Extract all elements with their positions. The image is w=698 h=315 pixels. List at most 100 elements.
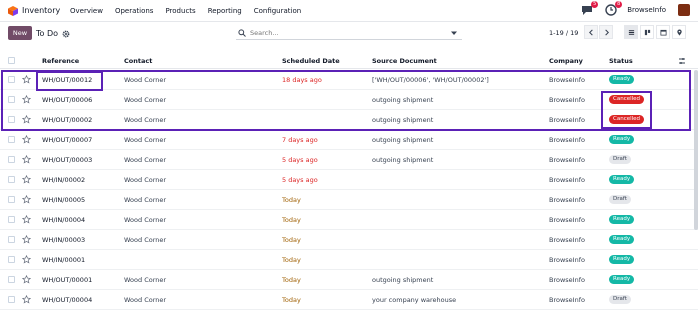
star-icon[interactable] [21,254,32,264]
menu-reporting[interactable]: Reporting [208,7,242,15]
cell-contact: Wood Corner [124,236,167,244]
cell-contact: Wood Corner [124,276,167,284]
cell-scheduled-date: Today [282,216,301,224]
table-row[interactable]: WH/OUT/00003 Wood Corner 5 days ago outgoin… [0,150,698,170]
cell-reference: WH/OUT/00012 [42,76,93,84]
star-icon[interactable] [21,94,32,104]
cell-reference: WH/OUT/00002 [42,116,93,124]
search-options-caret-icon[interactable] [450,29,458,37]
row-checkbox[interactable] [8,136,15,143]
chat-icon[interactable]: 5 [581,1,599,16]
cell-reference: WH/OUT/00003 [42,156,93,164]
cell-scheduled-date: Today [282,196,301,204]
list-view-button[interactable] [624,25,638,39]
table-row[interactable]: WH/IN/00005 Wood Corner Today BrowseInfo Dra… [0,190,698,210]
chevron-right-icon [604,29,609,35]
search-bar [236,26,462,40]
select-all-checkbox[interactable] [8,57,15,64]
status-badge: Ready [609,235,635,244]
cell-contact: Wood Corner [124,96,167,104]
cell-company: BrowseInfo [549,256,585,264]
search-input[interactable] [250,28,430,37]
row-checkbox[interactable] [8,156,15,163]
cell-reference: WH/IN/00004 [42,216,86,224]
control-panel: New To Do 1-19 / 19 [0,22,698,50]
star-icon[interactable] [21,114,32,124]
table-row[interactable]: WH/OUT/00007 Wood Corner 7 days ago outgoin… [0,130,698,150]
map-view-button[interactable] [672,25,686,39]
star-icon[interactable] [21,274,32,284]
column-contact[interactable]: Contact [124,57,152,65]
search-icon [238,28,246,37]
company-switcher[interactable]: BrowseInfo [627,6,666,14]
menu-products[interactable]: Products [165,7,195,15]
table-row[interactable]: WH/IN/00004 Wood Corner Today BrowseInfo Rea… [0,210,698,230]
star-icon[interactable] [21,234,32,244]
cell-company: BrowseInfo [549,276,585,284]
row-checkbox[interactable] [8,76,15,83]
pager-value[interactable]: 1-19 / 19 [549,29,578,37]
inventory-app-icon[interactable] [8,6,18,16]
cell-company: BrowseInfo [549,136,585,144]
table-row[interactable]: WH/OUT/00001 Wood Corner Today outgoing shi… [0,270,698,290]
table-row[interactable]: WH/OUT/00002 Wood Corner outgoing shipment… [0,110,698,130]
page-title: To Do [36,29,59,38]
cell-company: BrowseInfo [549,76,585,84]
cell-reference: WH/OUT/00001 [42,276,93,284]
menu-overview[interactable]: Overview [70,7,103,15]
row-checkbox[interactable] [8,296,15,303]
table-row[interactable]: WH/IN/00003 Wood Corner Today BrowseInfo Rea… [0,230,698,250]
column-reference[interactable]: Reference [42,57,79,65]
pager-previous-button[interactable] [584,25,598,39]
star-icon[interactable] [21,214,32,224]
status-badge: Ready [609,75,635,84]
row-checkbox[interactable] [8,256,15,263]
calendar-view-button[interactable] [656,25,670,39]
cell-reference: WH/IN/00001 [42,256,86,264]
row-checkbox[interactable] [8,276,15,283]
star-icon[interactable] [21,154,32,164]
optional-columns-icon[interactable] [678,57,686,65]
status-badge: Draft [609,195,631,204]
star-icon[interactable] [21,74,32,84]
row-checkbox[interactable] [8,116,15,123]
gear-icon[interactable] [62,30,70,38]
table-row[interactable]: WH/OUT/00004 Wood Corner Today your company… [0,290,698,310]
column-company[interactable]: Company [549,57,583,65]
table-row[interactable]: WH/IN/00001 Today BrowseInfo Ready [0,250,698,270]
table-row[interactable]: WH/OUT/00012 Wood Corner 18 days ago ['WH/O… [0,70,698,90]
row-checkbox[interactable] [8,96,15,103]
column-scheduled-date[interactable]: Scheduled Date [282,57,340,65]
app-name[interactable]: Inventory [22,6,60,15]
map-pin-icon [676,28,682,36]
table-row[interactable]: WH/OUT/00006 Wood Corner outgoing shipment… [0,90,698,110]
new-button[interactable]: New [8,26,32,40]
pager-next-button[interactable] [599,25,613,39]
star-icon[interactable] [21,134,32,144]
kanban-view-button[interactable] [640,25,654,39]
row-checkbox[interactable] [8,236,15,243]
star-icon[interactable] [21,294,32,304]
calendar-icon [659,29,667,36]
cell-source-document: outgoing shipment [372,276,434,284]
column-source-document[interactable]: Source Document [372,57,437,65]
breadcrumb: To Do [36,29,70,38]
row-checkbox[interactable] [8,176,15,183]
row-checkbox[interactable] [8,196,15,203]
menu-configuration[interactable]: Configuration [254,7,301,15]
column-status[interactable]: Status [609,57,633,65]
cell-scheduled-date: 5 days ago [282,156,318,164]
user-avatar[interactable] [678,4,690,16]
star-icon[interactable] [21,194,32,204]
menu-operations[interactable]: Operations [115,7,153,15]
systray: 5 8 BrowseInfo [581,1,690,16]
cell-contact: Wood Corner [124,156,167,164]
cell-contact: Wood Corner [124,296,167,304]
row-checkbox[interactable] [8,216,15,223]
star-icon[interactable] [21,174,32,184]
activity-clock-icon[interactable]: 8 [605,1,623,16]
table-row[interactable]: WH/IN/00002 Wood Corner 5 days ago BrowseIn… [0,170,698,190]
scrollbar[interactable] [694,70,698,230]
status-badge: Draft [609,155,631,164]
chevron-left-icon [588,29,593,35]
